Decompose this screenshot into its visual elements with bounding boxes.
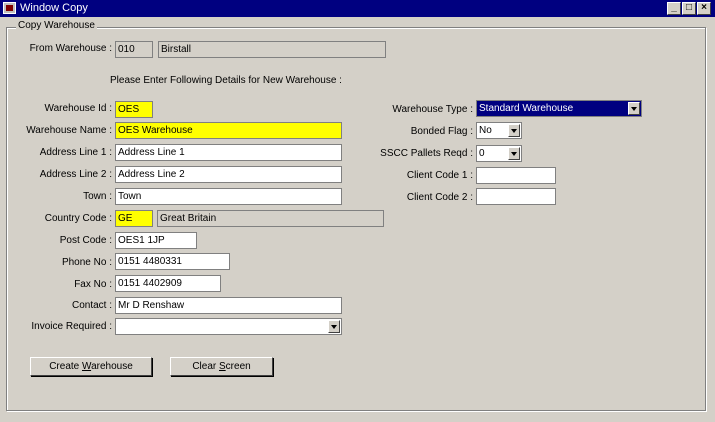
create-button-accesskey: W [82, 361, 92, 372]
clear-button-accesskey: S [219, 361, 226, 372]
warehouse-type-select[interactable]: Standard Warehouse [476, 100, 642, 117]
chevron-down-icon[interactable] [628, 102, 640, 115]
bonded-flag-label: Bonded Flag : [410, 126, 473, 137]
create-button-text: Create [49, 361, 82, 372]
client-code-2-label: Client Code 2 : [406, 192, 473, 203]
clear-button-text-rest: creen [225, 361, 251, 372]
create-warehouse-button[interactable]: Create Warehouse [30, 357, 152, 376]
clear-screen-button[interactable]: Clear Screen [170, 357, 273, 376]
title-bar [0, 0, 715, 17]
instruction-text: Please Enter Following Details for New W… [110, 75, 342, 86]
client-code-1-input[interactable] [476, 167, 556, 184]
warehouse-type-label: Warehouse Type : [392, 104, 473, 115]
invoice-required-label: Invoice Required : [31, 321, 112, 332]
from-warehouse-code-field: 010 [115, 41, 153, 58]
sscc-pallets-select[interactable]: 0 [476, 145, 522, 162]
address-line-1-input[interactable]: Address Line 1 [115, 144, 342, 161]
chevron-down-icon[interactable] [328, 320, 340, 333]
address-line-1-label: Address Line 1 : [39, 147, 112, 158]
country-code-input[interactable]: GE [115, 210, 153, 227]
app-icon[interactable] [3, 2, 16, 14]
address-line-2-label: Address Line 2 : [39, 169, 112, 180]
post-code-label: Post Code : [59, 235, 112, 246]
sscc-pallets-value: 0 [479, 148, 485, 159]
phone-label: Phone No : [61, 257, 112, 268]
warehouse-name-input[interactable]: OES Warehouse [115, 122, 342, 139]
chevron-down-icon[interactable] [508, 147, 520, 160]
contact-input[interactable]: Mr D Renshaw [115, 297, 342, 314]
warehouse-id-label: Warehouse Id : [44, 103, 112, 114]
window-title: Window Copy [20, 2, 88, 14]
bonded-flag-value: No [479, 125, 492, 136]
contact-label: Contact : [71, 300, 112, 311]
warehouse-id-input[interactable]: OES [115, 101, 153, 118]
country-name-field: Great Britain [157, 210, 384, 227]
minimize-button[interactable]: _ [667, 2, 681, 15]
close-button[interactable]: × [697, 2, 711, 15]
bonded-flag-select[interactable]: No [476, 122, 522, 139]
town-label: Town : [83, 191, 112, 202]
maximize-button[interactable]: □ [682, 2, 696, 15]
warehouse-type-value: Standard Warehouse [479, 103, 574, 114]
from-warehouse-name-field: Birstall [158, 41, 386, 58]
town-input[interactable]: Town [115, 188, 342, 205]
client-code-1-label: Client Code 1 : [406, 170, 473, 181]
chevron-down-icon[interactable] [508, 124, 520, 137]
from-warehouse-label: From Warehouse : [29, 43, 112, 54]
country-code-label: Country Code : [44, 213, 112, 224]
warehouse-name-label: Warehouse Name : [26, 125, 112, 136]
fax-label: Fax No : [74, 279, 112, 290]
create-button-text-rest: arehouse [91, 361, 133, 372]
clear-button-text: Clear [192, 361, 219, 372]
phone-input[interactable]: 0151 4480331 [115, 253, 230, 270]
post-code-input[interactable]: OES1 1JP [115, 232, 197, 249]
sscc-pallets-label: SSCC Pallets Reqd : [380, 148, 473, 159]
client-code-2-input[interactable] [476, 188, 556, 205]
group-title: Copy Warehouse [16, 20, 97, 32]
fax-input[interactable]: 0151 4402909 [115, 275, 221, 292]
invoice-required-select[interactable] [115, 318, 342, 335]
address-line-2-input[interactable]: Address Line 2 [115, 166, 342, 183]
